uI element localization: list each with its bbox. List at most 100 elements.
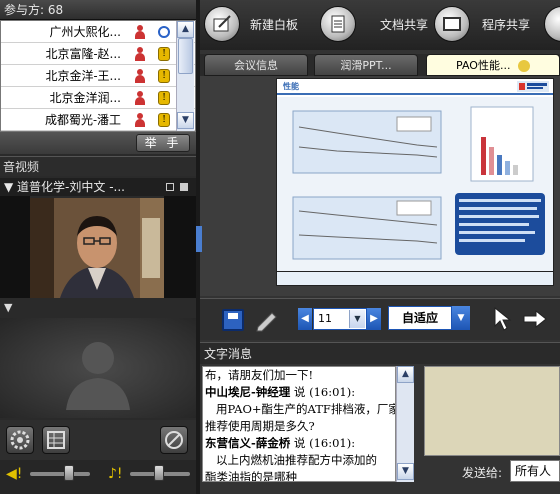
video-person-image [30,198,164,298]
scroll-down-button[interactable]: ▼ [397,463,414,480]
chat-line: 以上内燃机油推荐配方中添加的 [205,453,377,467]
participant-name: 北京金洋润... [49,91,121,105]
user-status-icon [131,112,149,128]
new-whiteboard-label: 新建白板 [250,17,299,32]
participant-row[interactable]: 北京金洋润... ! [1,87,195,109]
document-share-label: 文档共享 [380,17,429,32]
scroll-thumb[interactable] [178,38,193,74]
chat-line: 中山埃尼-钟经理 说 (16:01): [205,385,356,399]
participant-row[interactable]: 成都蜀光-潘工 ! [1,109,195,131]
mic-volume-knob[interactable] [154,465,164,481]
lock-icon: ! [155,46,173,62]
slide-heading: 性能 [283,82,299,91]
more-icon [544,6,560,42]
chat-line: 布，请朋友们加一下! [205,368,314,382]
tab-lubrication-ppt[interactable]: 润滑PPT... [314,54,418,76]
video-letterbox-left [0,196,30,298]
camera-icon [155,24,173,40]
main-toolbar: 新建白板 文档共享 程序共享 [200,0,560,50]
layout-grid-icon[interactable] [42,426,70,454]
lock-icon: ! [155,112,173,128]
participant-row[interactable]: 广州大熙化... [1,21,195,43]
lock-icon: ! [155,90,173,106]
mic-warning-icon[interactable]: ♪! [108,466,123,482]
av-section-header: 音视频 [0,156,196,176]
chat-line: 推荐使用周期是多久? [205,419,315,433]
app-share-label: 程序共享 [482,17,531,32]
volume-controls: ◀! ♪! [0,460,196,494]
pointer-cursor-icon[interactable] [492,306,512,332]
user-status-icon [131,46,149,62]
slide-charts-image [277,97,553,271]
speaker-warning-icon[interactable]: ◀! [6,466,22,482]
participant-row[interactable]: 北京金洋-王... ! [1,65,195,87]
arrow-tool-icon[interactable] [522,309,548,329]
send-to-label: 发送给: [462,466,503,480]
chat-scrollbar[interactable]: ▲ ▼ [396,366,414,482]
new-whiteboard-button[interactable]: 新建白板 [204,6,298,42]
send-to-select[interactable]: 所有人 [510,460,560,482]
empty-video-slot [0,318,196,418]
scroll-up-button[interactable]: ▲ [177,21,194,38]
app-share-button[interactable]: 程序共享 [434,6,530,42]
raise-hand-bar: 举 手 [0,132,196,154]
participant-name: 北京富隆-赵... [45,47,122,61]
avatar-placeholder-icon [66,342,130,410]
more-tools-button[interactable] [544,6,560,42]
next-page-button[interactable]: ▶ [367,308,381,330]
participant-name: 成都蜀光-潘工 [44,113,121,127]
chat-line: 用PAO+酯生产的ATF排档液，厂家 [205,402,396,416]
collapse-left-panel-icon[interactable] [196,226,202,252]
user-status-icon [131,68,149,84]
slide-header-bar: 性能 [277,79,553,95]
speaker-volume-slider[interactable] [30,472,90,476]
chat-header: 文字消息 [200,342,560,364]
chat-line: 酯类油指的是哪种 [205,470,297,482]
naco-logo [517,81,549,92]
participant-row[interactable]: 北京富隆-赵... ! [1,43,195,65]
screen-icon [434,6,470,42]
zoom-dropdown-chevron-icon[interactable]: ▼ [452,306,470,330]
minimize-video-icon[interactable] [166,183,174,191]
page-dropdown-chevron-icon[interactable]: ▼ [349,310,365,328]
chat-line: 东营信义-薛金桥 说 (16:01): [205,436,356,450]
video-title: ▼ 道普化学-刘中文 -... [4,180,125,194]
speaker-volume-knob[interactable] [64,465,74,481]
collapse-triangle-icon[interactable]: ▼ [4,301,12,314]
save-icon[interactable] [222,309,244,331]
settings-gear-icon[interactable] [6,426,34,454]
tab-pao-performance[interactable]: PAO性能... [426,54,560,76]
document-tabs: 会议信息 润滑PPT... PAO性能... [200,54,560,76]
participant-name: 广州大熙化... [49,25,121,39]
participants-scrollbar[interactable]: ▲ ▼ [176,21,194,131]
slide-footer [276,272,554,286]
user-status-icon [131,90,149,106]
participant-name: 北京金洋-王... [45,69,122,83]
document-icon [320,6,356,42]
participants-list[interactable]: 广州大熙化... 北京富隆-赵... ! 北京金洋-王... ! 北京金洋润..… [0,20,196,132]
scroll-down-button[interactable]: ▼ [177,112,194,129]
second-video-title-bar: ▼ [0,300,196,318]
slide-content: 性能 [276,78,554,272]
tab-meeting-info[interactable]: 会议信息 [204,54,308,76]
zoom-fit-select[interactable]: 自适应 [388,306,452,330]
chat-log: 布，请朋友们加一下! 中山埃尼-钟经理 说 (16:01): 用PAO+酯生产的… [202,366,396,482]
video-feed [30,198,164,298]
video-letterbox-right [164,196,196,298]
raise-hand-button[interactable]: 举 手 [136,134,190,152]
video-off-icon[interactable] [160,426,188,454]
user-status-icon [131,24,149,40]
scroll-up-button[interactable]: ▲ [397,366,414,383]
tab-pao-label: PAO性能... [456,59,511,72]
whiteboard-pen-icon [204,6,240,42]
document-share-button[interactable]: 文档共享 [320,6,428,42]
chat-input-box[interactable] [424,366,560,456]
video-title-bar: ▼ 道普化学-刘中文 -... [0,178,196,196]
maximize-video-icon[interactable] [180,183,188,191]
annotate-pen-icon[interactable] [254,307,280,333]
previous-page-button[interactable]: ◀ [298,308,312,330]
participants-header: 参与方: 68 [0,0,196,20]
tab-close-icon[interactable] [517,60,530,72]
lock-icon: ! [155,68,173,84]
av-tools-bar [0,420,196,460]
